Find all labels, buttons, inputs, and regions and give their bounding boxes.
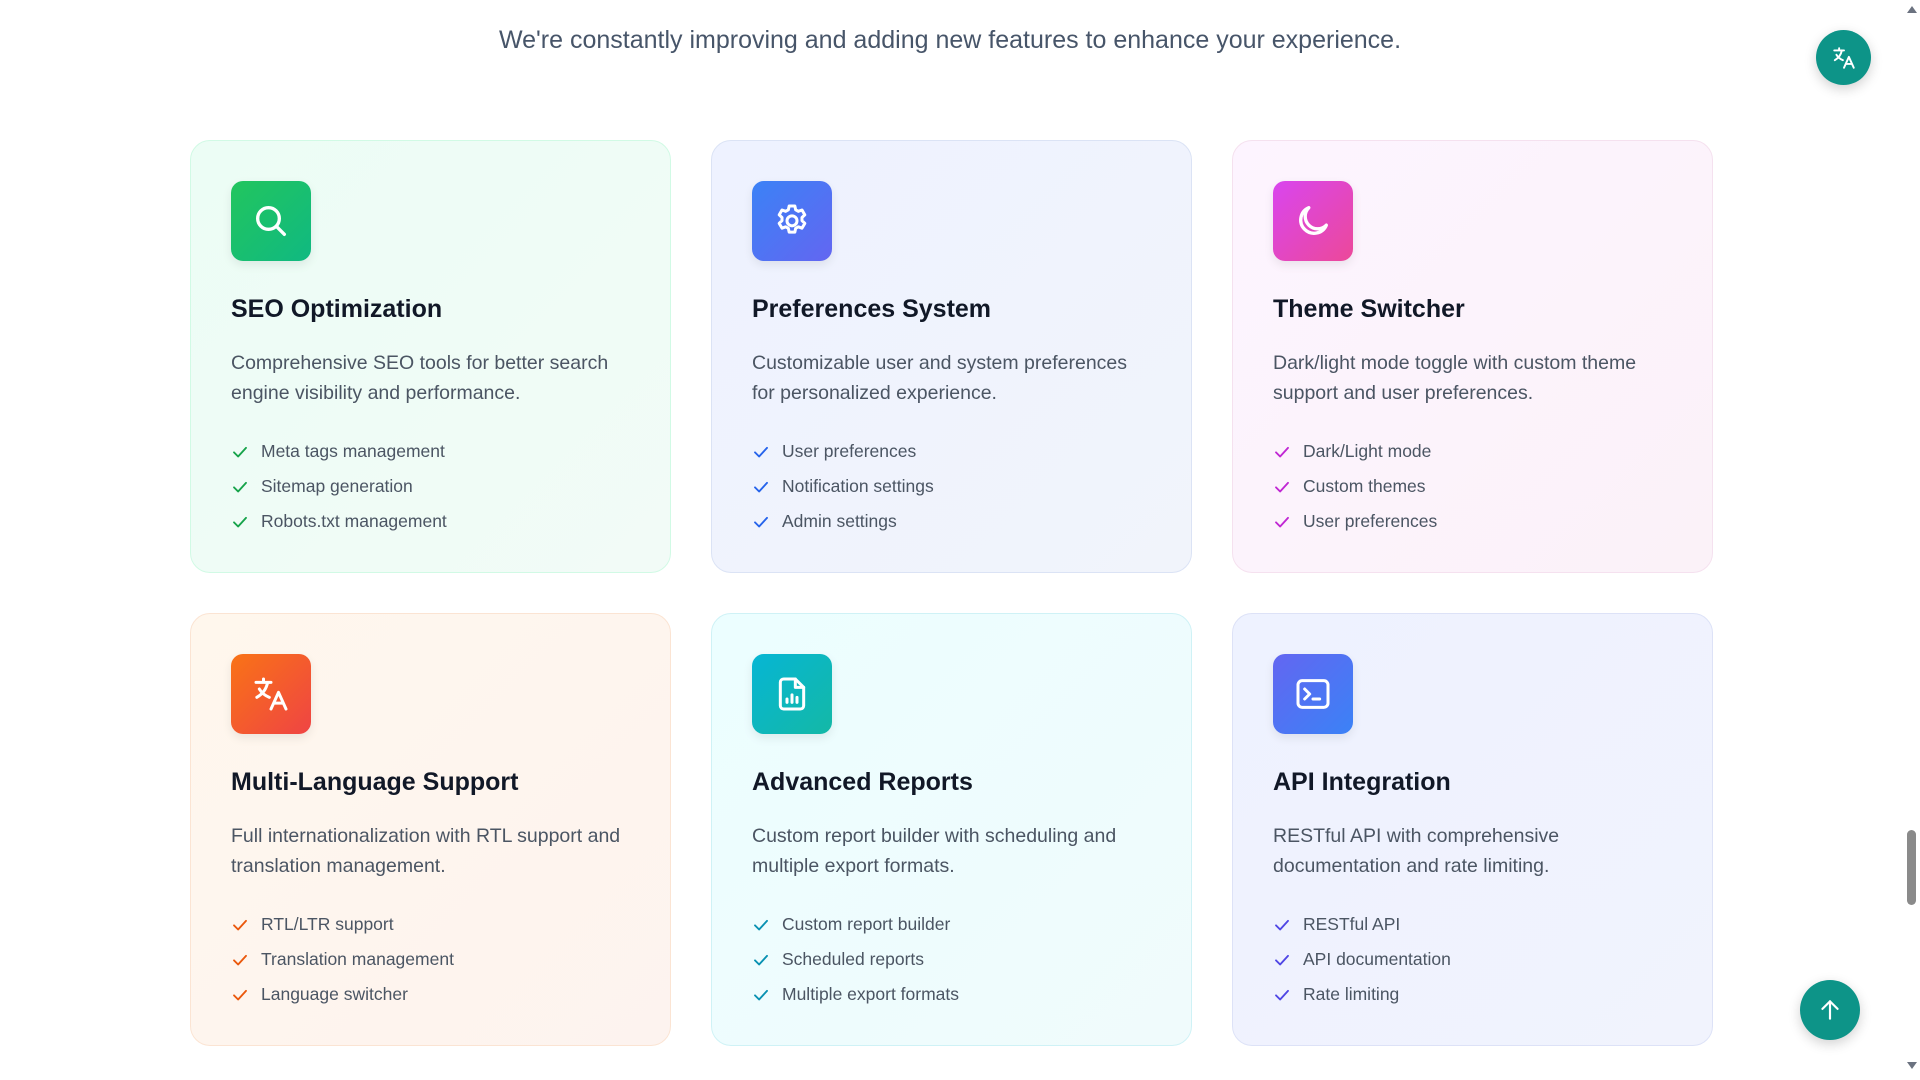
feature-item: Custom report builder (752, 907, 1151, 942)
feature-card-api: API Integration RESTful API with compreh… (1232, 613, 1713, 1046)
feature-item: Scheduled reports (752, 942, 1151, 977)
scrollbar-thumb[interactable] (1907, 830, 1916, 905)
feature-label: Meta tags management (261, 441, 445, 461)
feature-label: Sitemap generation (261, 476, 413, 496)
feature-label: User preferences (1303, 511, 1438, 531)
feature-item: Meta tags management (231, 434, 630, 469)
feature-card-preferences: Preferences System Customizable user and… (711, 140, 1192, 573)
feature-label: Dark/Light mode (1303, 441, 1432, 461)
feature-list: Dark/Light mode Custom themes User prefe… (1273, 434, 1672, 539)
language-toggle-button[interactable] (1816, 30, 1871, 85)
feature-label: Rate limiting (1303, 984, 1400, 1004)
feature-item: Rate limiting (1273, 977, 1672, 1012)
feature-list: Custom report builder Scheduled reports … (752, 907, 1151, 1012)
check-icon (233, 516, 247, 527)
feature-item: Sitemap generation (231, 469, 630, 504)
check-icon (1275, 919, 1289, 930)
feature-label: Custom report builder (782, 914, 951, 934)
check-icon (1275, 446, 1289, 457)
feature-item: RTL/LTR support (231, 907, 630, 942)
card-description: Custom report builder with scheduling an… (752, 825, 1117, 877)
gear-icon (752, 181, 832, 261)
card-title: Preferences System (752, 295, 992, 323)
feature-list: RTL/LTR support Translation management L… (231, 907, 630, 1012)
terminal-icon (1273, 654, 1353, 734)
check-icon (1275, 954, 1289, 965)
check-icon (233, 481, 247, 492)
moon-icon (1273, 181, 1353, 261)
feature-card-multi-language: Multi-Language Support Full internationa… (190, 613, 671, 1046)
check-icon (754, 516, 768, 527)
card-title: Advanced Reports (752, 768, 973, 796)
translate-icon (231, 654, 311, 734)
card-description: RESTful API with comprehensive documenta… (1273, 825, 1560, 877)
feature-list: Meta tags management Sitemap generation … (231, 434, 630, 539)
feature-label: Admin settings (782, 511, 897, 531)
feature-item: User preferences (752, 434, 1151, 469)
card-description: Comprehensive SEO tools for better searc… (231, 352, 609, 404)
feature-label: User preferences (782, 441, 917, 461)
check-icon (1275, 989, 1289, 1000)
feature-label: Scheduled reports (782, 949, 925, 969)
feature-item: Robots.txt management (231, 504, 630, 539)
check-icon (233, 989, 247, 1000)
feature-label: Robots.txt management (261, 511, 447, 531)
feature-item: Admin settings (752, 504, 1151, 539)
feature-list: User preferences Notification settings A… (752, 434, 1151, 539)
scroll-up-arrow[interactable] (1907, 6, 1917, 13)
card-title: API Integration (1273, 768, 1451, 796)
feature-label: Custom themes (1303, 476, 1426, 496)
feature-card-theme: Theme Switcher Dark/light mode toggle wi… (1232, 140, 1713, 573)
feature-item: RESTful API (1273, 907, 1672, 942)
feature-item: Notification settings (752, 469, 1151, 504)
arrow-up-icon (1821, 1000, 1839, 1020)
check-icon (754, 446, 768, 457)
feature-item: API documentation (1273, 942, 1672, 977)
check-icon (233, 919, 247, 930)
scroll-down-arrow[interactable] (1907, 1062, 1917, 1069)
feature-card-seo: SEO Optimization Comprehensive SEO tools… (190, 140, 671, 573)
page-scrollbar[interactable] (1903, 0, 1920, 1080)
feature-item: Dark/Light mode (1273, 434, 1672, 469)
feature-item: Multiple export formats (752, 977, 1151, 1012)
check-icon (754, 954, 768, 965)
check-icon (754, 989, 768, 1000)
section-subtitle: We're constantly improving and adding ne… (498, 26, 1402, 54)
report-file-icon (752, 654, 832, 734)
feature-item: Translation management (231, 942, 630, 977)
search-icon (231, 181, 311, 261)
card-title: Theme Switcher (1273, 295, 1465, 323)
feature-item: User preferences (1273, 504, 1672, 539)
feature-list: RESTful API API documentation Rate limit… (1273, 907, 1672, 1012)
check-icon (754, 919, 768, 930)
check-icon (233, 954, 247, 965)
feature-item: Custom themes (1273, 469, 1672, 504)
feature-label: API documentation (1303, 949, 1451, 969)
check-icon (233, 446, 247, 457)
translate-icon (1832, 46, 1855, 69)
feature-item: Language switcher (231, 977, 630, 1012)
card-description: Full internationalization with RTL suppo… (231, 825, 621, 877)
scroll-to-top-button[interactable] (1800, 980, 1860, 1040)
check-icon (754, 481, 768, 492)
feature-label: Notification settings (782, 476, 934, 496)
features-grid: SEO Optimization Comprehensive SEO tools… (190, 140, 1713, 1046)
feature-label: Language switcher (261, 984, 408, 1004)
card-title: Multi-Language Support (231, 768, 519, 796)
feature-label: RESTful API (1303, 914, 1401, 934)
card-description: Dark/light mode toggle with custom theme… (1273, 352, 1637, 404)
feature-card-reports: Advanced Reports Custom report builder w… (711, 613, 1192, 1046)
feature-label: RTL/LTR support (261, 914, 394, 934)
feature-label: Multiple export formats (782, 984, 960, 1004)
check-icon (1275, 516, 1289, 527)
feature-label: Translation management (261, 949, 454, 969)
check-icon (1275, 481, 1289, 492)
card-title: SEO Optimization (231, 295, 443, 323)
card-description: Customizable user and system preferences… (752, 352, 1128, 404)
